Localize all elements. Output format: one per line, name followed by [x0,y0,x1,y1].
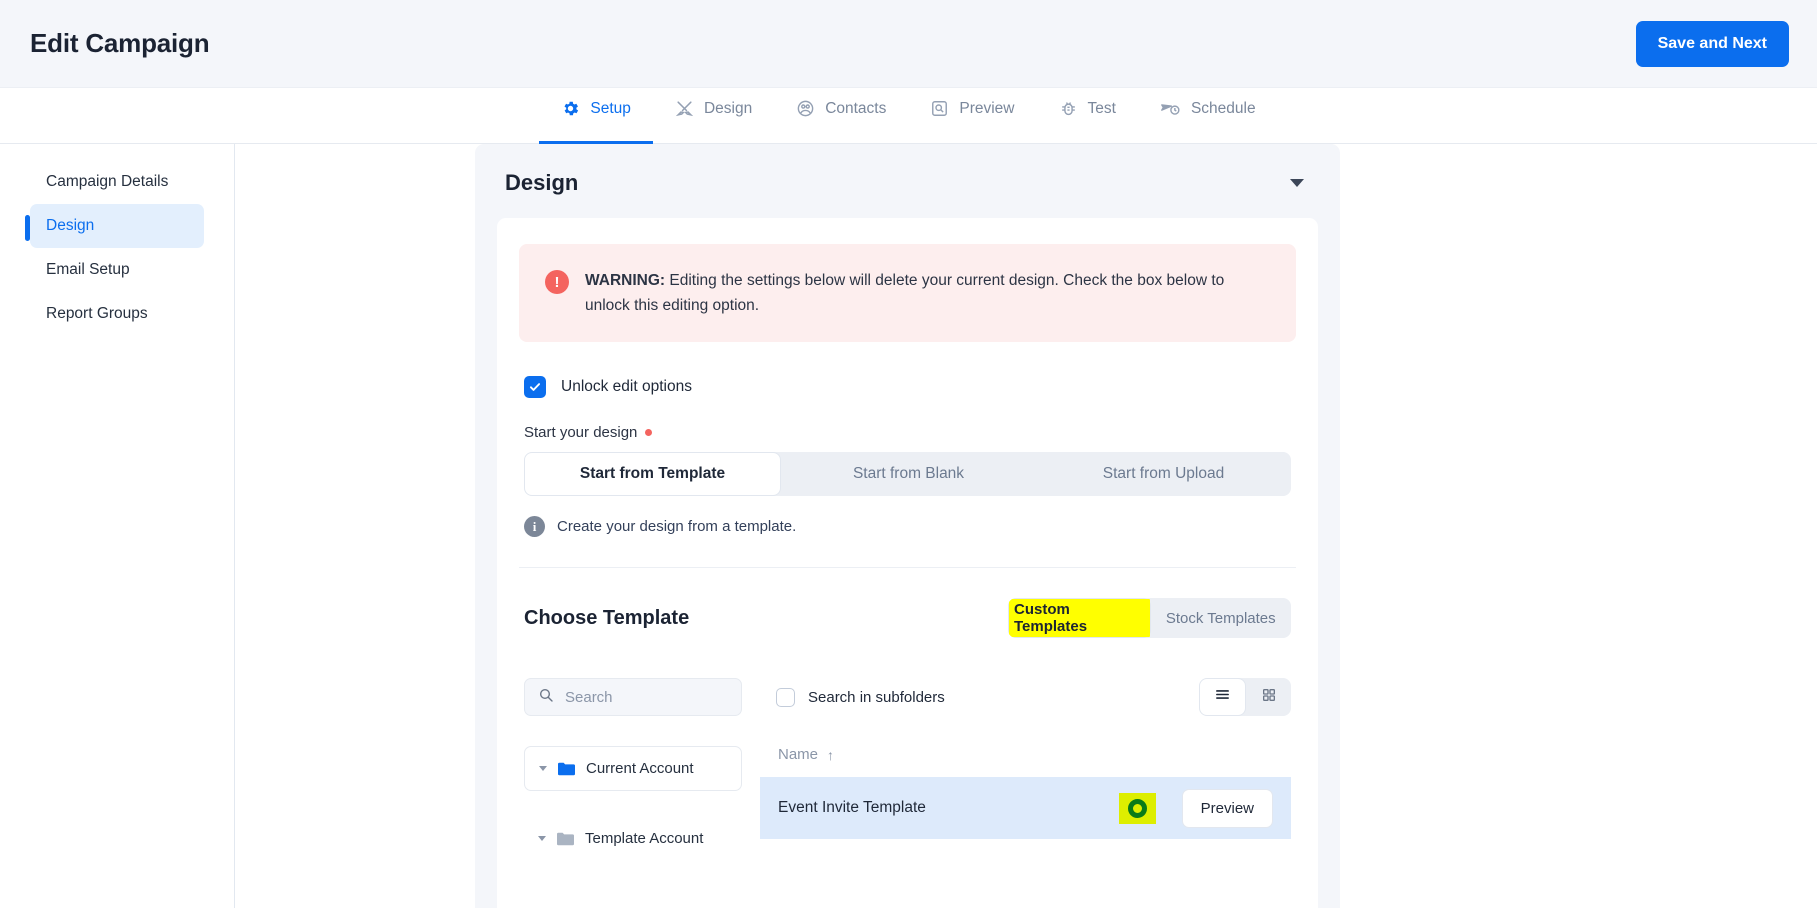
column-header-name[interactable]: Name ↑ [778,746,834,763]
tab-schedule[interactable]: Schedule [1138,88,1278,143]
caret-down-icon[interactable] [539,766,547,772]
grid-view-icon [1261,687,1277,708]
tab-schedule-label: Schedule [1190,99,1256,117]
warning-body: Editing the settings below will delete y… [585,272,1225,315]
choose-template-header: Choose Template Custom Templates Stock T… [519,568,1296,639]
chevron-down-icon[interactable] [1290,179,1304,187]
search-subfolders-row: Search in subfolders [776,687,945,707]
tab-contacts-label: Contacts [825,99,887,117]
template-source-segmented-control: Custom Templates Stock Templates [1008,598,1292,639]
search-subfolders-label: Search in subfolders [808,688,945,706]
warning-text: WARNING: Editing the settings below will… [585,268,1270,318]
warning-bold: WARNING: [585,272,666,289]
folder-icon [558,762,575,776]
template-search-row: Search Search in subfolders [519,638,1296,717]
design-card: ! WARNING: Editing the settings below wi… [497,218,1318,908]
tab-test[interactable]: Test [1037,88,1138,143]
alert-icon: ! [545,270,569,294]
design-panel-header[interactable]: Design [475,144,1340,218]
grid-view-button[interactable] [1246,678,1291,716]
main-content: Design ! WARNING: Editing the settings b… [235,144,1817,908]
start-from-upload-option[interactable]: Start from Upload [1036,452,1291,496]
tab-test-label: Test [1087,99,1116,117]
sidebar-label: Report Groups [46,305,148,322]
start-design-hint: i Create your design from a template. [519,516,1296,569]
custom-templates-label: Custom Templates [1009,599,1150,638]
design-panel-title: Design [505,170,579,195]
start-design-segmented-control: Start from Template Start from Blank Sta… [524,452,1291,497]
tab-setup[interactable]: Setup [539,88,653,144]
save-and-next-button[interactable]: Save and Next [1635,20,1789,67]
search-input[interactable]: Search [524,678,742,717]
template-select-highlight [1118,792,1156,824]
tab-preview-label: Preview [959,99,1015,117]
sidebar-item-design[interactable]: Design [25,204,204,248]
page-body: Campaign Details Design Email Setup Repo… [0,144,1817,908]
sidebar-label: Design [46,217,95,234]
list-view-button[interactable] [1199,678,1246,717]
left-sidebar: Campaign Details Design Email Setup Repo… [0,144,235,908]
start-design-hint-text: Create your design from a template. [557,518,797,536]
sort-ascending-icon: ↑ [827,746,835,763]
bug-icon [1059,99,1078,118]
preview-icon [930,99,949,118]
start-design-label-text: Start your design [524,424,638,442]
search-placeholder: Search [565,688,613,706]
template-name: Event Invite Template [778,799,926,817]
choose-template-title: Choose Template [524,606,690,629]
tab-setup-label: Setup [590,99,631,117]
sidebar-label: Email Setup [46,261,130,278]
custom-templates-tab[interactable]: Custom Templates [1008,598,1151,639]
search-icon [538,687,554,708]
unlock-edit-row: Unlock edit options [519,376,1296,399]
page-title: Edit Campaign [30,28,210,58]
warning-banner: ! WARNING: Editing the settings below wi… [519,244,1296,343]
folder-tree: Current Account Template Account [524,746,742,860]
sidebar-item-report-groups[interactable]: Report Groups [30,292,204,336]
tree-item-template-account[interactable]: Template Account [524,817,742,860]
template-preview-button[interactable]: Preview [1181,788,1273,828]
gear-icon [561,99,580,118]
tab-contacts[interactable]: Contacts [774,88,908,143]
table-header-row: Name ↑ [760,746,1291,777]
start-from-blank-option[interactable]: Start from Blank [781,452,1036,496]
start-design-label: Start your design [519,424,1296,441]
list-view-icon [1214,686,1231,708]
template-browser: Current Account Template Account Name ↑ … [519,716,1296,860]
top-header: Edit Campaign Save and Next [0,0,1817,88]
tree-item-label: Current Account [586,760,694,778]
sidebar-label: Campaign Details [46,173,169,190]
sidebar-item-campaign-details[interactable]: Campaign Details [30,160,204,204]
send-clock-icon [1160,99,1181,118]
required-dot-icon [645,429,653,437]
tree-item-label: Template Account [585,830,704,848]
sidebar-item-email-setup[interactable]: Email Setup [30,248,204,292]
view-mode-toggle [1199,678,1291,717]
caret-down-icon[interactable] [538,836,546,842]
template-table: Name ↑ Event Invite Template Preview [760,746,1291,860]
start-from-template-option[interactable]: Start from Template [524,452,781,497]
info-icon: i [524,516,545,538]
design-panel: Design ! WARNING: Editing the settings b… [475,144,1340,908]
tree-item-current-account[interactable]: Current Account [524,746,742,792]
tab-design-label: Design [703,99,753,117]
template-select-radio[interactable] [1127,798,1147,818]
brush-icon [675,99,694,118]
tab-preview[interactable]: Preview [908,88,1036,143]
table-row[interactable]: Event Invite Template Preview [760,777,1291,840]
column-header-name-label: Name [778,746,819,764]
unlock-edit-label: Unlock edit options [561,378,692,396]
search-subfolders-checkbox[interactable] [776,687,795,707]
contacts-icon [796,99,815,118]
campaign-step-tabs: Setup Design Contacts Preview Test Sched… [0,88,1817,144]
tab-design[interactable]: Design [653,88,774,143]
stock-templates-tab[interactable]: Stock Templates [1151,598,1292,638]
unlock-edit-checkbox[interactable] [524,376,546,399]
folder-icon [557,832,574,846]
